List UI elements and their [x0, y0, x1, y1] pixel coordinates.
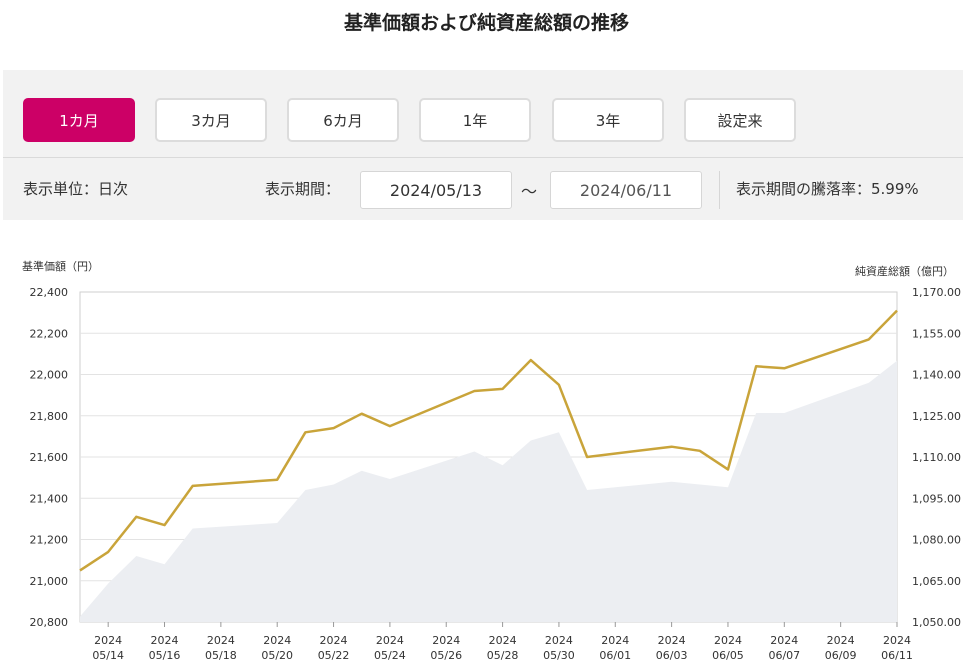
period-button-since-inception[interactable]: 設定来 — [684, 98, 796, 142]
left-tick-label: 21,000 — [30, 575, 69, 588]
left-tick-label: 22,200 — [30, 327, 69, 340]
x-tick-date: 06/03 — [656, 649, 688, 662]
x-tick-year: 2024 — [770, 634, 798, 647]
x-tick-year: 2024 — [263, 634, 291, 647]
x-tick-date: 06/09 — [825, 649, 857, 662]
x-tick-year: 2024 — [827, 634, 855, 647]
x-tick-date: 06/01 — [599, 649, 631, 662]
aum-area-series — [80, 360, 897, 622]
right-tick-label: 1,080.00 — [912, 534, 961, 547]
x-tick-year: 2024 — [545, 634, 573, 647]
left-tick-label: 20,800 — [30, 616, 69, 629]
display-unit-label: 表示単位：日次 — [23, 180, 129, 198]
left-tick-label: 21,600 — [30, 451, 69, 464]
x-tick-year: 2024 — [94, 634, 122, 647]
x-tick-date: 05/22 — [318, 649, 350, 662]
right-tick-label: 1,065.00 — [912, 575, 961, 588]
right-tick-label: 1,170.00 — [912, 286, 961, 299]
x-tick-year: 2024 — [320, 634, 348, 647]
right-tick-label: 1,110.00 — [912, 451, 961, 464]
x-tick-date: 05/16 — [149, 649, 181, 662]
right-tick-label: 1,125.00 — [912, 410, 961, 423]
period-button-6m[interactable]: 6カ月 — [287, 98, 399, 142]
control-panel: 1カ月 3カ月 6カ月 1年 3年 設定来 表示単位：日次 表示期間： 2024… — [3, 70, 963, 220]
period-button-3m[interactable]: 3カ月 — [155, 98, 267, 142]
x-tick-date: 05/20 — [261, 649, 293, 662]
x-tick-year: 2024 — [601, 634, 629, 647]
right-tick-label: 1,140.00 — [912, 369, 961, 382]
nav-line-series — [79, 309, 898, 572]
left-tick-label: 21,800 — [30, 410, 69, 423]
x-tick-year: 2024 — [883, 634, 911, 647]
page-title: 基準価額および純資産総額の推移 — [343, 12, 629, 34]
period-button-3y[interactable]: 3年 — [552, 98, 664, 142]
x-tick-date: 06/05 — [712, 649, 744, 662]
display-period-label: 表示期間： — [265, 180, 341, 198]
right-axis-title: 純資産総額（億円） — [855, 265, 954, 278]
end-date-field[interactable]: 2024/06/11 — [550, 171, 702, 209]
x-tick-year: 2024 — [151, 634, 179, 647]
x-tick-year: 2024 — [714, 634, 742, 647]
x-tick-year: 2024 — [432, 634, 460, 647]
vertical-divider — [719, 171, 720, 209]
left-tick-label: 21,400 — [30, 492, 69, 505]
x-tick-date: 05/24 — [374, 649, 406, 662]
x-tick-year: 2024 — [207, 634, 235, 647]
right-tick-label: 1,095.00 — [912, 492, 961, 505]
x-tick-date: 05/18 — [205, 649, 237, 662]
right-tick-label: 1,155.00 — [912, 327, 961, 340]
x-tick-date: 05/28 — [487, 649, 519, 662]
left-axis-title: 基準価額（円） — [22, 260, 99, 273]
x-tick-date: 05/14 — [92, 649, 124, 662]
x-tick-date: 06/11 — [881, 649, 913, 662]
left-tick-label: 22,000 — [30, 369, 69, 382]
right-tick-label: 1,050.00 — [912, 616, 961, 629]
panel-divider — [3, 157, 963, 158]
start-date-field[interactable]: 2024/05/13 — [360, 171, 512, 209]
x-tick-year: 2024 — [658, 634, 686, 647]
left-tick-label: 21,200 — [30, 534, 69, 547]
x-tick-date: 05/26 — [430, 649, 462, 662]
period-change-rate: 表示期間の騰落率：5.99% — [736, 180, 919, 198]
x-tick-year: 2024 — [376, 634, 404, 647]
period-button-1y[interactable]: 1年 — [419, 98, 531, 142]
x-tick-date: 06/07 — [768, 649, 800, 662]
plot-frame — [79, 291, 898, 623]
period-button-1m[interactable]: 1カ月 — [23, 98, 135, 142]
date-range-separator: ～ — [521, 182, 538, 201]
x-tick-date: 05/30 — [543, 649, 575, 662]
left-tick-label: 22,400 — [30, 286, 69, 299]
x-tick-year: 2024 — [489, 634, 517, 647]
